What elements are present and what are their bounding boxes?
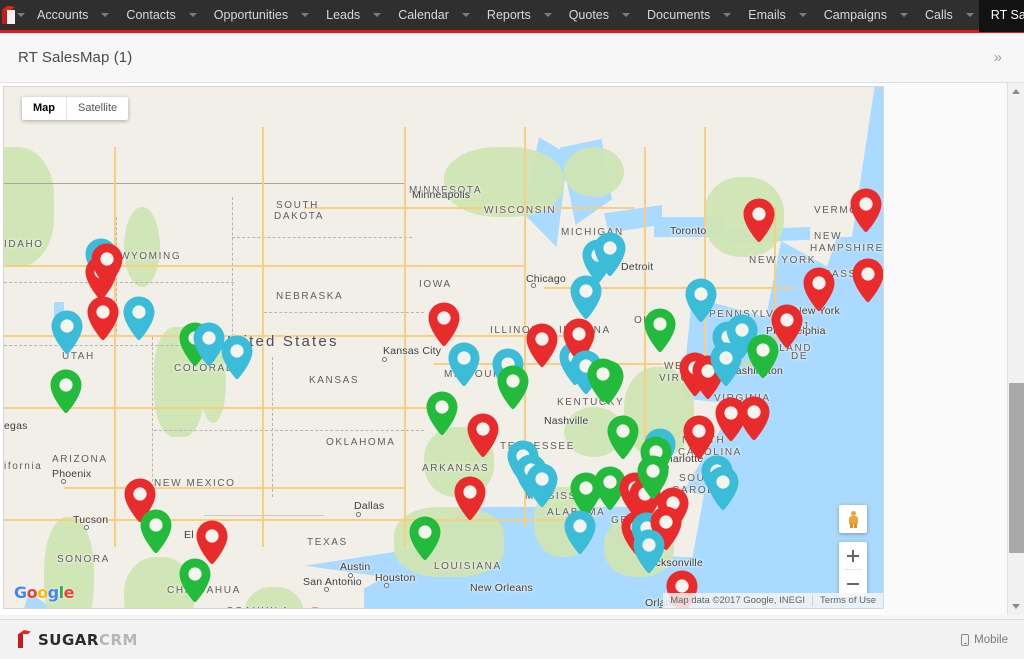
map-pin-green[interactable] [641,307,679,359]
nav-item-label: Accounts [37,8,89,22]
expand-panel-icon[interactable]: » [988,48,1008,67]
home-menu-caret-icon[interactable] [17,0,25,32]
zoom-in-button[interactable] [839,542,867,569]
nav-item-label: RT SalesMap [990,8,1024,22]
scroll-up-arrow-icon[interactable] [1008,83,1024,100]
map-pin-red[interactable] [296,606,334,608]
map-pin-red[interactable] [735,395,773,447]
mobile-link-label: Mobile [974,633,1008,646]
sugarcrm-logo[interactable]: SUGARCRM [16,630,138,649]
main-navigation-bar: Accounts Contacts Opportunities Leads Calend… [0,0,1024,33]
map-pin-red[interactable] [847,187,883,239]
footer-logo-primary: SUGAR [38,630,99,649]
google-logo[interactable]: Google [14,583,74,602]
nav-item-label: Opportunities [213,8,289,22]
nav-item-emails[interactable]: Emails [736,0,812,32]
right-gutter [885,83,1007,615]
map-pin-cyan[interactable] [218,334,256,386]
nav-item-label: Quotes [568,8,610,22]
nav-item-contacts[interactable]: Contacts [114,0,201,32]
nav-item-campaigns[interactable]: Campaigns [812,0,913,32]
nav-item-label: Campaigns [823,8,887,22]
nav-item-caret-icon[interactable] [96,0,114,32]
nav-item-label: Calls [925,8,953,22]
nav-item-label: Leads [326,8,361,22]
map-pin-red[interactable] [800,266,838,318]
nav-item-documents[interactable]: Documents [635,0,736,32]
nav-item-caret-icon[interactable] [961,0,979,32]
map-pin-green[interactable] [584,357,622,409]
map-pin-cyan[interactable] [704,465,742,517]
nav-item-quotes[interactable]: Quotes [557,0,635,32]
nav-item-caret-icon[interactable] [184,0,202,32]
nav-item-caret-icon[interactable] [296,0,314,32]
nav-item-caret-icon[interactable] [457,0,475,32]
nav-item-caret-icon[interactable] [617,0,635,32]
map-pin-red[interactable] [464,412,502,464]
map-attribution-text: Map data ©2017 Google, INEGI [670,595,806,606]
map-pin-green[interactable] [47,368,85,420]
nav-item-calendar[interactable]: Calendar [386,0,475,32]
map-type-satellite-button[interactable]: Satellite [66,97,128,120]
map-pin-cyan[interactable] [591,231,629,283]
nav-item-label: Documents [647,8,711,22]
nav-item-label: Contacts [126,8,176,22]
map-pin-cyan[interactable] [523,462,561,514]
nav-item-accounts[interactable]: Accounts [25,0,114,32]
google-map-canvas[interactable]: United States MINNESOTA Minneapolis WISCONS… [4,87,883,608]
nav-item-caret-icon[interactable] [794,0,812,32]
nav-item-caret-icon[interactable] [718,0,736,32]
footer-bar: SUGARCRM Mobile [0,619,1024,659]
map-pin-green[interactable] [423,390,461,442]
map-pin-red[interactable] [740,197,778,249]
nav-item-caret-icon[interactable] [368,0,386,32]
street-view-pegman-icon[interactable] [839,505,867,533]
mobile-link[interactable]: Mobile [961,633,1008,646]
nav-item-opportunities[interactable]: Opportunities [202,0,314,32]
scrollbar-thumb[interactable] [1009,383,1024,553]
nav-item-calls[interactable]: Calls [913,0,979,32]
map-pin-cyan[interactable] [707,341,745,393]
map-pin-cyan[interactable] [445,341,483,393]
nav-item-caret-icon[interactable] [895,0,913,32]
map-pin-red[interactable] [84,295,122,347]
map-pin-green[interactable] [176,557,214,608]
map-type-control[interactable]: Map Satellite [22,97,129,120]
footer-logo-secondary: CRM [98,630,138,649]
page-scrollbar[interactable] [1007,83,1024,615]
nav-item-label: Emails [748,8,786,22]
terms-of-use-link[interactable]: Terms of Use [812,595,883,606]
nav-item-label: Reports [486,8,531,22]
map-label: Austin [340,561,371,573]
sugarcrm-cube-logo-icon [16,630,33,649]
nav-item-leads[interactable]: Leads [314,0,386,32]
page-title: RT SalesMap (1) [18,49,133,66]
map-pin-red[interactable] [451,475,489,527]
map-attribution-bar: Map data ©2017 Google, INEGI Terms of Us… [663,593,883,608]
map-pin-green[interactable] [137,508,175,560]
map-type-map-button[interactable]: Map [22,97,66,120]
map-pin-cyan[interactable] [48,309,86,361]
content-area: United States MINNESOTA Minneapolis WISCONS… [0,83,1024,615]
scroll-down-arrow-icon[interactable] [1008,598,1024,615]
zoom-controls[interactable] [839,542,867,597]
nav-item-rt-salesmap[interactable]: RT SalesMap [978,0,1024,32]
map-pin-red[interactable] [849,257,883,309]
nav-item-label: Calendar [398,8,449,22]
map-pin-green[interactable] [406,515,444,567]
map-pin-cyan[interactable] [120,295,158,347]
map-pin-green[interactable] [744,333,782,385]
nav-item-reports[interactable]: Reports [475,0,557,32]
nav-item-caret-icon[interactable] [539,0,557,32]
map-pin-green[interactable] [634,454,672,506]
sugar-cube-logo-icon[interactable] [0,0,17,32]
phone-icon [961,633,970,646]
page-title-bar: RT SalesMap (1) » [0,33,1024,83]
map-panel: United States MINNESOTA Minneapolis WISCONS… [3,86,884,609]
map-pin-red[interactable] [88,242,126,294]
